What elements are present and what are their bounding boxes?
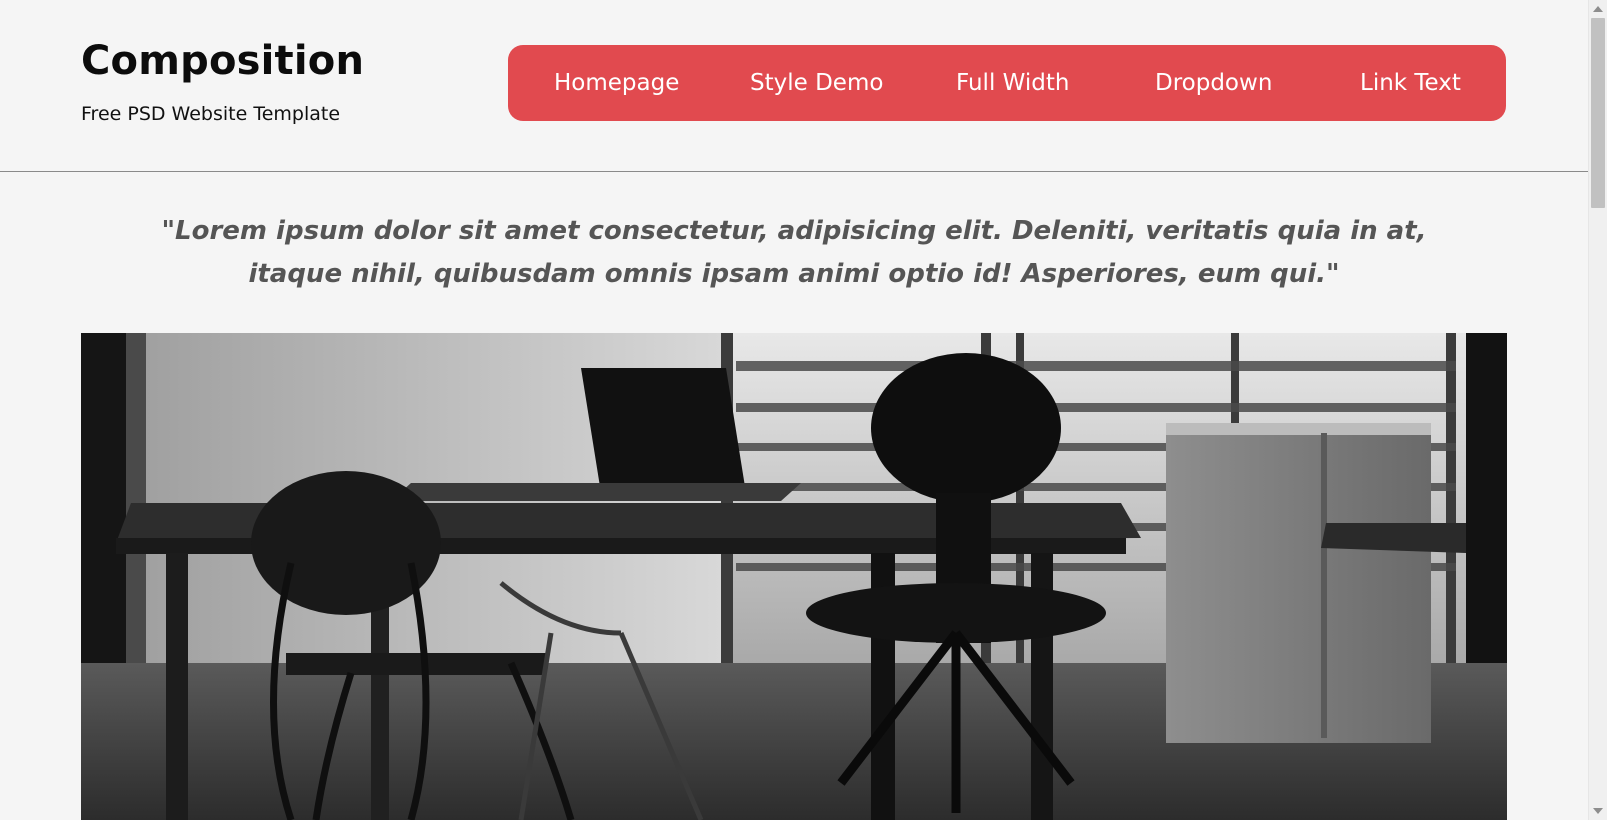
nav-item-link-text[interactable]: Link Text xyxy=(1360,45,1461,121)
nav-item-dropdown[interactable]: Dropdown xyxy=(1155,45,1272,121)
hero-photo xyxy=(81,333,1507,820)
site-title[interactable]: Composition xyxy=(81,38,364,84)
scroll-down-arrow-icon[interactable] xyxy=(1593,808,1603,814)
quote-line-2: itaque nihil, quibusdam omnis ipsam anim… xyxy=(248,259,1340,289)
page: Composition Free PSD Website Template Ho… xyxy=(0,0,1588,820)
site-tagline: Free PSD Website Template xyxy=(81,103,341,125)
quote-line-1: "Lorem ipsum dolor sit amet consectetur,… xyxy=(161,216,1427,246)
intro-quote: "Lorem ipsum dolor sit amet consectetur,… xyxy=(160,210,1428,296)
nav-item-full-width[interactable]: Full Width xyxy=(956,45,1069,121)
site-header: Composition Free PSD Website Template Ho… xyxy=(0,0,1588,172)
scroll-up-arrow-icon[interactable] xyxy=(1593,6,1603,12)
page-scrollbar[interactable] xyxy=(1588,0,1607,820)
main-nav: Homepage Style Demo Full Width Dropdown … xyxy=(508,45,1506,121)
scrollbar-thumb[interactable] xyxy=(1591,18,1605,208)
hero-image xyxy=(81,333,1507,820)
nav-item-homepage[interactable]: Homepage xyxy=(554,45,679,121)
nav-item-style-demo[interactable]: Style Demo xyxy=(750,45,883,121)
